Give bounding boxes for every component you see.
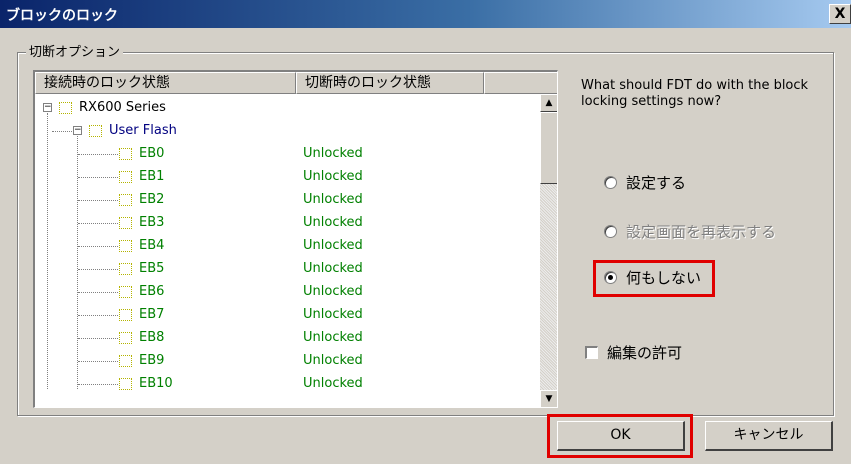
collapse-icon[interactable]: − [73, 126, 82, 135]
allow-edit-checkbox[interactable]: 編集の許可 [585, 342, 785, 364]
vertical-scrollbar[interactable]: ▲ ▼ [540, 94, 557, 407]
column-header-disconnect-state[interactable]: 切断時のロック状態 [296, 72, 484, 94]
scroll-thumb[interactable] [540, 112, 557, 184]
block-node-icon [119, 217, 132, 229]
block-name: EB4 [139, 238, 165, 253]
tree-node-device[interactable]: − RX600 Series [35, 97, 540, 120]
radio-label: 設定画面を再表示する [626, 223, 777, 241]
block-name: EB10 [139, 376, 173, 391]
block-node-icon [119, 171, 132, 183]
block-state: Unlocked [303, 307, 363, 322]
tree-connector [52, 131, 72, 132]
block-state: Unlocked [303, 284, 363, 299]
tree-connector [78, 246, 118, 247]
block-node-icon [59, 102, 72, 114]
tree-connector [78, 338, 118, 339]
block-lock-tree-list[interactable]: 接続時のロック状態 切断時のロック状態 − RX600 Series − User F… [33, 70, 558, 408]
checkbox-box[interactable] [585, 346, 598, 359]
block-node-icon [119, 148, 132, 160]
block-node-icon [119, 194, 132, 206]
tree-connector [78, 200, 118, 201]
tree-connector [78, 269, 118, 270]
block-node-icon [119, 240, 132, 252]
radio-circle [604, 225, 617, 238]
block-state: Unlocked [303, 192, 363, 207]
tree-connector [78, 177, 118, 178]
block-name: EB1 [139, 169, 165, 184]
block-state: Unlocked [303, 376, 363, 391]
block-name: EB7 [139, 307, 165, 322]
radio-set[interactable]: 設定する [604, 172, 824, 194]
block-row[interactable]: EB0 Unlocked [35, 143, 540, 166]
close-icon: X [834, 6, 846, 22]
highlight-frame-do-nothing [593, 260, 715, 297]
block-name: EB9 [139, 353, 165, 368]
scroll-down-button[interactable]: ▼ [540, 390, 557, 407]
block-node-icon [119, 309, 132, 321]
block-state: Unlocked [303, 353, 363, 368]
window-title: ブロックのロック [6, 8, 118, 24]
block-row[interactable]: EB3 Unlocked [35, 212, 540, 235]
arrow-down-icon: ▼ [545, 394, 553, 404]
device-label: RX600 Series [79, 100, 166, 115]
block-row[interactable]: EB7 Unlocked [35, 304, 540, 327]
highlight-frame-ok [547, 414, 693, 458]
radio-label: 設定する [626, 174, 687, 192]
block-state: Unlocked [303, 238, 363, 253]
column-header-connect-state[interactable]: 接続時のロック状態 [35, 72, 296, 94]
block-state: Unlocked [303, 169, 363, 184]
question-text: What should FDT do with the block lockin… [581, 78, 809, 109]
cancel-button[interactable]: キャンセル [705, 421, 833, 451]
block-name: EB5 [139, 261, 165, 276]
tree-connector [78, 223, 118, 224]
block-row[interactable]: EB10 Unlocked [35, 373, 540, 396]
allow-edit-label: 編集の許可 [607, 344, 683, 362]
title-bar[interactable]: ブロックのロック X [0, 0, 851, 28]
block-name: EB2 [139, 192, 165, 207]
arrow-up-icon: ▲ [545, 98, 553, 108]
block-row[interactable]: EB2 Unlocked [35, 189, 540, 212]
collapse-icon[interactable]: − [43, 103, 52, 112]
block-row[interactable]: EB9 Unlocked [35, 350, 540, 373]
block-name: EB0 [139, 146, 165, 161]
dialog-window: ブロックのロック X 切断オプション 接続時のロック状態 切断時のロック状態 −… [0, 0, 851, 464]
close-button[interactable]: X [829, 4, 851, 24]
block-state: Unlocked [303, 330, 363, 345]
block-node-icon [89, 125, 102, 137]
column-header-filler [484, 72, 557, 94]
block-node-icon [119, 263, 132, 275]
block-node-icon [119, 378, 132, 390]
block-row[interactable]: EB1 Unlocked [35, 166, 540, 189]
tree-connector [78, 384, 118, 385]
tree-connector [78, 361, 118, 362]
block-name: EB6 [139, 284, 165, 299]
block-row[interactable]: EB5 Unlocked [35, 258, 540, 281]
block-name: EB8 [139, 330, 165, 345]
block-node-icon [119, 286, 132, 298]
radio-circle[interactable] [604, 176, 617, 189]
radio-redisplay: 設定画面を再表示する [604, 221, 824, 243]
block-state: Unlocked [303, 146, 363, 161]
block-row[interactable]: EB4 Unlocked [35, 235, 540, 258]
block-node-icon [119, 332, 132, 344]
block-name: EB3 [139, 215, 165, 230]
tree-connector [78, 292, 118, 293]
tree-connector [78, 315, 118, 316]
tree-node-user-flash[interactable]: − User Flash [35, 120, 540, 143]
scroll-up-button[interactable]: ▲ [540, 94, 557, 112]
area-label: User Flash [109, 123, 177, 138]
block-row[interactable]: EB6 Unlocked [35, 281, 540, 304]
block-row[interactable]: EB8 Unlocked [35, 327, 540, 350]
block-node-icon [119, 355, 132, 367]
block-state: Unlocked [303, 215, 363, 230]
group-label: 切断オプション [26, 41, 124, 60]
block-state: Unlocked [303, 261, 363, 276]
tree-connector [78, 154, 118, 155]
